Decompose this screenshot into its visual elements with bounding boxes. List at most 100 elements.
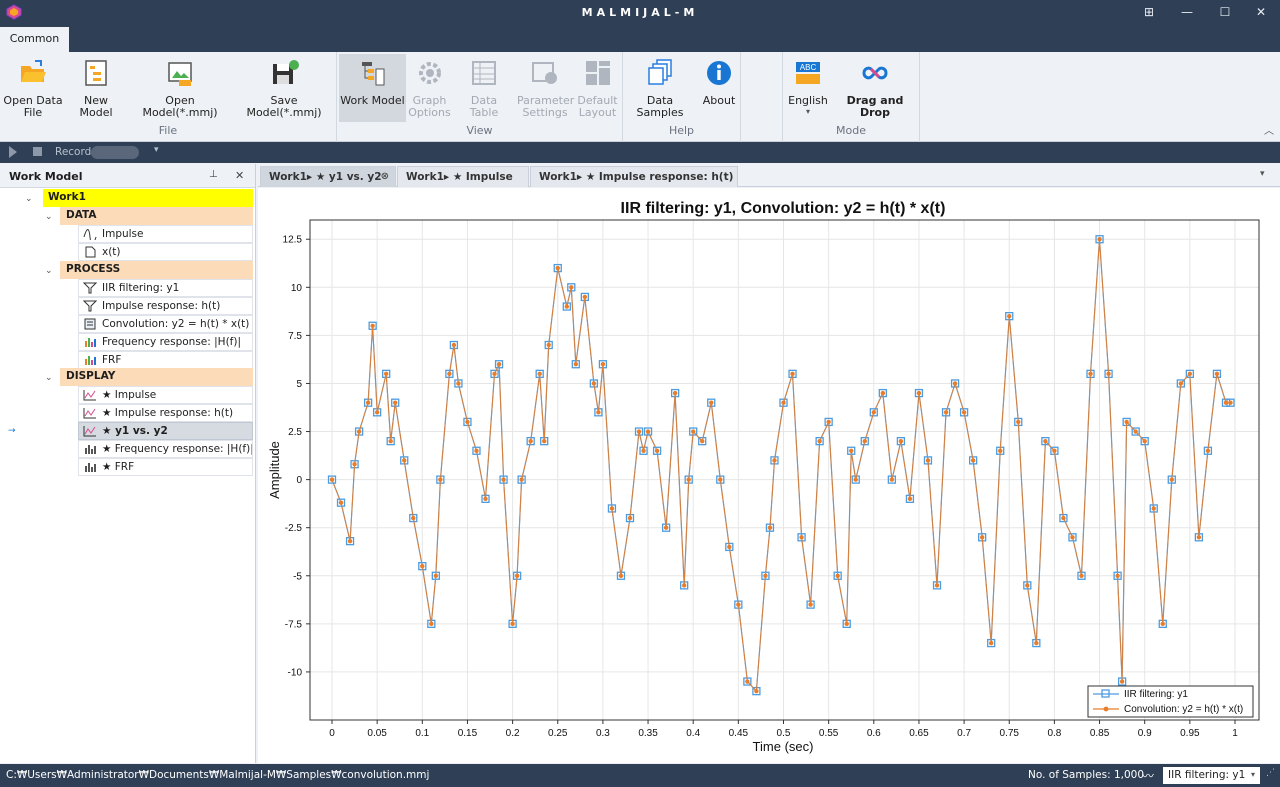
- tree-item-iir-filtering[interactable]: IIR filtering: y1: [78, 279, 253, 297]
- data-point-y2: [1097, 237, 1102, 242]
- parameter-settings-button[interactable]: Parameter Settings: [517, 54, 574, 122]
- x-tick-label: 0.95: [1180, 728, 1200, 739]
- display-expander-icon[interactable]: ⌄: [45, 373, 53, 383]
- tab-list-dropdown-icon[interactable]: ▾: [1260, 169, 1265, 179]
- language-button[interactable]: ABC English ▾: [785, 54, 831, 122]
- record-toggle[interactable]: [91, 146, 139, 159]
- data-point-y2: [681, 583, 687, 588]
- x-tick-label: 1: [1232, 728, 1238, 739]
- y-tick-label: -5: [293, 571, 302, 582]
- series-select[interactable]: IIR filtering: y1 ▾: [1163, 767, 1260, 784]
- tree-item-frequency-response[interactable]: Frequency response: |H(f)|: [78, 333, 253, 351]
- tree-item-display-frf[interactable]: ★ FRF: [78, 458, 253, 476]
- tree-item-display-y1-vs-y2[interactable]: ★ y1 vs. y2: [78, 422, 253, 440]
- data-point-y2: [898, 438, 904, 444]
- data-point-y2: [1151, 506, 1156, 511]
- stop-icon[interactable]: [33, 147, 42, 156]
- open-model-button[interactable]: Open Model(*.mmj): [130, 54, 230, 122]
- data-point-y2: [1043, 438, 1048, 444]
- graph-options-button[interactable]: Graph Options: [407, 54, 452, 122]
- panel-close-icon[interactable]: ✕: [235, 169, 244, 182]
- data-point-y2: [591, 381, 597, 386]
- data-point-y2: [383, 371, 389, 377]
- collapse-ribbon-icon[interactable]: ︿: [1264, 122, 1274, 137]
- data-point-y2: [1106, 371, 1111, 377]
- data-point-y2: [1124, 419, 1129, 425]
- x-tick-label: 0.75: [1000, 728, 1020, 739]
- tree-section-data[interactable]: DATA: [60, 207, 253, 225]
- play-icon[interactable]: [9, 146, 17, 158]
- default-layout-button[interactable]: Default Layout: [575, 54, 620, 122]
- data-point-y2: [889, 477, 895, 482]
- tree-item-xt[interactable]: x(t): [78, 243, 253, 261]
- ribbon-group-view-label: View: [466, 124, 493, 137]
- tree-root-work1[interactable]: Work1: [43, 189, 253, 207]
- tab-common[interactable]: Common: [0, 27, 69, 52]
- data-expander-icon[interactable]: ⌄: [45, 212, 53, 222]
- info-icon: [707, 61, 731, 85]
- data-samples-button[interactable]: Data Samples: [625, 54, 695, 122]
- data-point-y2: [943, 410, 949, 415]
- work-model-button[interactable]: Work Model: [339, 54, 406, 122]
- close-button[interactable]: ✕: [1242, 0, 1280, 25]
- minimize-button[interactable]: —: [1168, 0, 1206, 25]
- wave-icon: [83, 229, 97, 240]
- about-button[interactable]: About: [699, 54, 739, 122]
- tab-impulse[interactable]: Work1▸ ★ Impulse: [397, 166, 529, 187]
- save-model-button[interactable]: Save Model(*.mmj): [234, 54, 334, 122]
- ribbon-group-mode: ABC English ▾ Drag and Drop Mode: [782, 52, 920, 142]
- tree-section-process[interactable]: PROCESS: [60, 261, 253, 279]
- data-point-y2: [1079, 573, 1084, 578]
- maximize-button[interactable]: ☐: [1206, 0, 1244, 25]
- data-point-y2: [781, 400, 786, 405]
- data-point-y2: [596, 410, 601, 415]
- tree-item-display-frequency-response[interactable]: ★ Frequency response: |H(f)|: [78, 440, 253, 458]
- root-expander-icon[interactable]: ⌄: [25, 194, 33, 204]
- data-point-y2: [1160, 621, 1165, 627]
- tree-item-impulse-response[interactable]: Impulse response: h(t): [78, 297, 253, 315]
- toolbar-dropdown-icon[interactable]: ▾: [154, 145, 159, 155]
- new-model-button[interactable]: New Model: [66, 54, 126, 122]
- tree-item-display-impulse-response[interactable]: ★ Impulse response: h(t): [78, 404, 253, 422]
- data-point-y2: [388, 438, 393, 444]
- drag-and-drop-button[interactable]: Drag and Drop: [833, 54, 917, 122]
- x-tick-label: 0.6: [867, 728, 881, 739]
- data-point-y2: [772, 458, 777, 463]
- x-tick-label: 0.25: [548, 728, 568, 739]
- pin-icon[interactable]: ⊥: [209, 169, 218, 180]
- data-point-y2: [465, 419, 470, 425]
- data-point-y2: [988, 640, 994, 646]
- data-point-y2: [546, 342, 551, 348]
- samples-icon: [648, 59, 672, 85]
- save-model-icon: [273, 60, 299, 84]
- chart-title: IIR filtering: y1, Convolution: y2 = h(t…: [621, 200, 946, 217]
- data-table-button[interactable]: Data Table: [455, 54, 513, 122]
- data-point-y2: [1061, 515, 1066, 521]
- data-point-y2: [370, 323, 375, 328]
- data-point-y2: [528, 438, 533, 444]
- chart[interactable]: IIR filtering: y1, Convolution: y2 = h(t…: [258, 188, 1280, 763]
- tree-item-impulse[interactable]: Impulse: [78, 225, 253, 243]
- tree-section-display[interactable]: DISPLAY: [60, 368, 253, 386]
- data-point-y2: [510, 621, 515, 627]
- tree-item-frf[interactable]: FRF: [78, 351, 253, 369]
- tree-item-display-impulse[interactable]: ★ Impulse: [78, 386, 253, 404]
- open-data-file-button[interactable]: Open Data File: [3, 54, 63, 122]
- data-point-y2: [970, 458, 976, 463]
- resize-grip-icon[interactable]: ⋰: [1266, 768, 1275, 778]
- data-point-y2: [1007, 313, 1012, 319]
- calculator-icon: [84, 318, 96, 330]
- tab-close-icon[interactable]: ⊗: [381, 167, 389, 187]
- tab-impulse-response[interactable]: Work1▸ ★ Impulse response: h(t): [530, 166, 738, 187]
- data-point-y2: [961, 410, 967, 415]
- language-label: English: [788, 94, 828, 107]
- x-tick-label: 0.4: [686, 728, 700, 739]
- tab-y1-vs-y2[interactable]: Work1▸ ★ y1 vs. y2 ⊗: [260, 166, 396, 187]
- tree-item-convolution[interactable]: Convolution: y2 = h(t) * x(t): [78, 315, 253, 333]
- process-expander-icon[interactable]: ⌄: [45, 266, 53, 276]
- restore-layout-button[interactable]: ⊞: [1130, 0, 1168, 25]
- data-point-y2: [835, 573, 840, 578]
- data-point-y2: [844, 621, 849, 627]
- record-toolbar: Record ▾: [0, 142, 1280, 163]
- data-point-y2: [1052, 448, 1057, 453]
